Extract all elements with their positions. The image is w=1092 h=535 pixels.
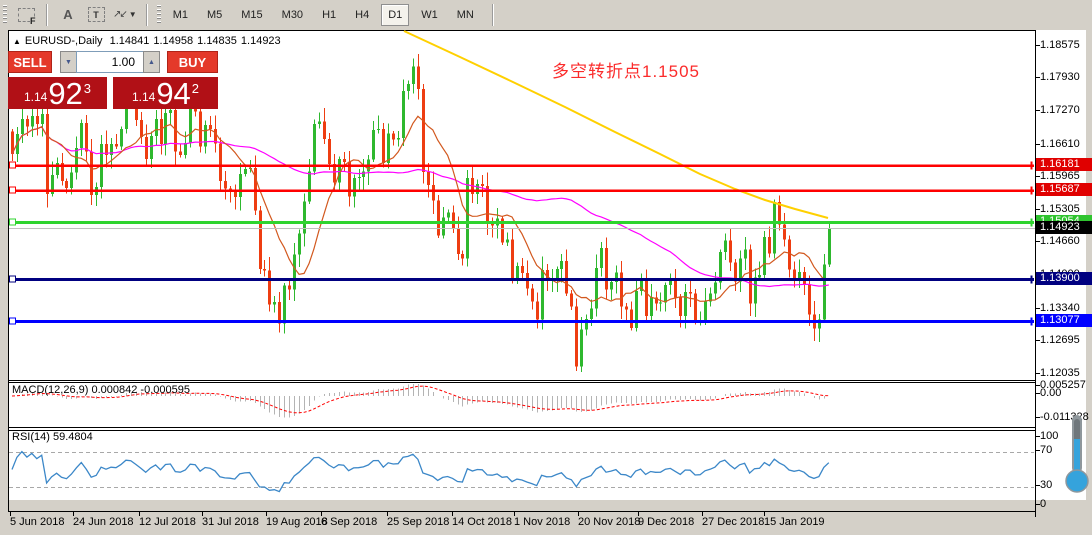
rsi-indicator-label: RSI(14) 59.4804 bbox=[12, 431, 93, 443]
toolbar-separator bbox=[46, 4, 48, 26]
thermometer-icon bbox=[1064, 413, 1090, 497]
volume-input[interactable]: 1.00 bbox=[76, 51, 144, 73]
rsi-tick: 0 bbox=[1040, 498, 1046, 511]
level-price-badge: 1.13077 bbox=[1036, 314, 1092, 327]
buy-button[interactable]: BUY bbox=[167, 51, 218, 73]
timeframe-button-m30[interactable]: M30 bbox=[275, 4, 310, 26]
volume-decrease-button[interactable]: ▼ bbox=[60, 51, 77, 73]
date-label: 15 Jan 2019 bbox=[764, 516, 825, 529]
price-tick: 1.12695 bbox=[1040, 334, 1080, 347]
timeframe-button-w1[interactable]: W1 bbox=[414, 4, 445, 26]
text-annotation-button[interactable]: A bbox=[56, 3, 80, 27]
level-price-badge: 1.13900 bbox=[1036, 272, 1092, 285]
ohlc-high: 1.14958 bbox=[153, 35, 193, 47]
ohlc-low: 1.14835 bbox=[197, 35, 237, 47]
toolbar-separator bbox=[146, 4, 148, 26]
buy-price-big: 94 bbox=[156, 81, 190, 107]
ohlc-open: 1.14841 bbox=[110, 35, 150, 47]
date-label: 5 Jun 2018 bbox=[10, 516, 64, 529]
date-label: 12 Jul 2018 bbox=[139, 516, 196, 529]
price-tick: 1.18575 bbox=[1040, 39, 1080, 52]
mt4-window: F A T ↗↙ ▼ M1M5M15 M30H1H4D1W1MN ▲ EURUSD-… bbox=[0, 0, 1092, 535]
rsi-tick: 70 bbox=[1040, 444, 1052, 457]
price-tick: 1.17930 bbox=[1040, 71, 1080, 84]
macd-tick: 0.00 bbox=[1040, 387, 1061, 400]
chart-window: ▲ EURUSD-,Daily 1.148411.14958 1.14835 1.14… bbox=[0, 29, 1092, 535]
fibonacci-icon: F bbox=[18, 8, 35, 22]
price-tick: 1.15965 bbox=[1040, 170, 1080, 183]
sell-button[interactable]: SELL bbox=[8, 51, 52, 73]
timeframe-button-m5[interactable]: M5 bbox=[200, 4, 229, 26]
window-edge bbox=[0, 529, 1092, 535]
buy-price-prefix: 1.14 bbox=[132, 90, 155, 104]
rsi-tick: 100 bbox=[1040, 430, 1058, 443]
toolbar-separator bbox=[492, 4, 494, 26]
macd-indicator-label: MACD(12,26,9) 0.000842 -0.000595 bbox=[12, 384, 190, 396]
sell-price-sup: 3 bbox=[84, 81, 91, 96]
timeframe-button-d1[interactable]: D1 bbox=[381, 4, 409, 26]
price-tick: 1.17270 bbox=[1040, 104, 1080, 117]
level-price-badge: 1.16181 bbox=[1036, 158, 1092, 171]
arrows-icon: ↗↙ bbox=[113, 9, 126, 20]
toolbar: F A T ↗↙ ▼ M1M5M15 M30H1H4D1W1MN bbox=[0, 0, 1092, 30]
arrows-dropdown-button[interactable]: ↗↙ ▼ bbox=[112, 3, 138, 27]
timeframe-button-mn[interactable]: MN bbox=[450, 4, 481, 26]
date-label: 25 Sep 2018 bbox=[387, 516, 449, 529]
toolbar-grip[interactable] bbox=[3, 5, 7, 25]
bid-price-badge: 1.14923 bbox=[1036, 221, 1092, 234]
date-label: 19 Aug 2018 bbox=[266, 516, 328, 529]
timeframe-button-m15[interactable]: M15 bbox=[234, 4, 269, 26]
level-price-badge: 1.15687 bbox=[1036, 183, 1092, 196]
chevron-down-icon: ▼ bbox=[129, 10, 137, 19]
collapse-triangle-icon: ▲ bbox=[13, 37, 21, 46]
sell-price-button[interactable]: 1.14 92 3 bbox=[8, 77, 107, 109]
date-label: 27 Dec 2018 bbox=[702, 516, 764, 529]
price-tick: 1.14660 bbox=[1040, 235, 1080, 248]
label-icon: T bbox=[88, 7, 105, 22]
sell-price-prefix: 1.14 bbox=[24, 90, 47, 104]
toolbar-grip[interactable] bbox=[157, 5, 161, 25]
rsi-tick: 30 bbox=[1040, 479, 1052, 492]
date-label: 20 Nov 2018 bbox=[578, 516, 640, 529]
symbol-header: ▲ EURUSD-,Daily 1.148411.14958 1.14835 1.14… bbox=[13, 35, 285, 47]
price-tick: 1.16610 bbox=[1040, 138, 1080, 151]
timeframe-button-m1[interactable]: M1 bbox=[166, 4, 195, 26]
timeframe-button-h1[interactable]: H1 bbox=[315, 4, 343, 26]
date-label: 24 Jun 2018 bbox=[73, 516, 134, 529]
date-label: 9 Dec 2018 bbox=[638, 516, 694, 529]
sell-price-big: 92 bbox=[48, 81, 82, 107]
date-label: 14 Oct 2018 bbox=[452, 516, 512, 529]
buy-price-sup: 2 bbox=[192, 81, 199, 96]
timeframe-button-h4[interactable]: H4 bbox=[348, 4, 376, 26]
date-label: 31 Jul 2018 bbox=[202, 516, 259, 529]
date-label: 1 Nov 2018 bbox=[514, 516, 570, 529]
chart-annotation-text: 多空转折点1.1505 bbox=[552, 57, 700, 82]
volume-increase-button[interactable]: ▲ bbox=[143, 51, 160, 73]
symbol-name: EURUSD-,Daily bbox=[25, 35, 103, 47]
fibonacci-retracement-button[interactable]: F bbox=[14, 3, 38, 27]
buy-price-button[interactable]: 1.14 94 2 bbox=[113, 77, 218, 109]
ohlc-close: 1.14923 bbox=[241, 35, 281, 47]
label-button[interactable]: T bbox=[84, 3, 108, 27]
text-icon: A bbox=[63, 7, 72, 22]
timeframe-group: M1M5M15 M30H1H4D1W1MN bbox=[166, 4, 486, 26]
date-label: 6 Sep 2018 bbox=[321, 516, 377, 529]
